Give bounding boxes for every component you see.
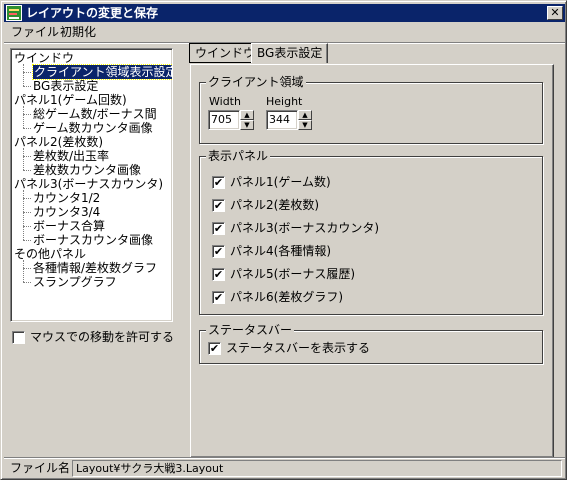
tree-connector bbox=[23, 156, 31, 157]
tree-leaf[interactable]: スランプグラフ bbox=[33, 275, 117, 289]
tree-item-label: ボーナス合算 bbox=[33, 219, 106, 233]
panel-checkbox[interactable]: ✔ bbox=[212, 268, 225, 281]
tree-leaf[interactable]: 各種情報/差枚数グラフ bbox=[33, 261, 157, 275]
height-spinner[interactable]: ▲ ▼ bbox=[298, 110, 312, 130]
tree-leaf[interactable]: ゲーム数カウンタ画像 bbox=[33, 121, 153, 135]
tree-connector bbox=[23, 190, 24, 240]
height-label: Height bbox=[266, 95, 303, 108]
tab-bg-settings[interactable]: BG表示設定 bbox=[251, 43, 329, 63]
width-spinner[interactable]: ▲ ▼ bbox=[240, 110, 254, 130]
panel-checkbox[interactable]: ✔ bbox=[212, 291, 225, 304]
tree-item-label: 各種情報/差枚数グラフ bbox=[33, 261, 158, 275]
width-input[interactable]: 705 bbox=[208, 110, 240, 130]
tree-item-label: パネル3(ボーナスカウンタ) bbox=[14, 177, 163, 191]
filename-label: ファイル名 bbox=[10, 461, 71, 475]
tree-leaf[interactable]: BG表示設定 bbox=[33, 79, 98, 93]
tree-item-label: ゲーム数カウンタ画像 bbox=[33, 121, 153, 135]
panel-checkbox-label: パネル3(ボーナスカウンタ) bbox=[230, 221, 379, 235]
tree-leaf[interactable]: クライアント領域表示設定 bbox=[32, 64, 172, 80]
menu-initialize[interactable]: 初期化 bbox=[56, 24, 100, 40]
tree-connector bbox=[23, 268, 31, 269]
display-panels-group: 表示パネル ✔ パネル1(ゲーム数) ✔ パネル2(差枚数) ✔ パネル3(ボーナスカウン… bbox=[199, 149, 543, 315]
tree-connector bbox=[23, 226, 31, 227]
tree-leaf[interactable]: カウンタ1/2 bbox=[33, 191, 100, 205]
panel-checkbox[interactable]: ✔ bbox=[212, 176, 225, 189]
height-up-button[interactable]: ▲ bbox=[298, 110, 312, 120]
title-bar[interactable]: レイアウトの変更と保存 ✕ bbox=[4, 4, 565, 22]
panel-checkbox-label: パネル5(ボーナス履歴) bbox=[230, 267, 355, 281]
tree-node[interactable]: パネル1(ゲーム回数) bbox=[14, 93, 127, 107]
panel-checkbox-label: パネル6(差枚グラフ) bbox=[230, 290, 343, 304]
tree-connector bbox=[23, 72, 31, 73]
status-bar: ファイル名 Layout¥サクラ大戦3.Layout bbox=[4, 459, 565, 478]
filename-value: Layout¥サクラ大戦3.Layout bbox=[72, 460, 562, 477]
tree-item-label: パネル1(ゲーム回数) bbox=[14, 93, 127, 107]
menu-file[interactable]: ファイル bbox=[7, 24, 63, 40]
panel-checkbox[interactable]: ✔ bbox=[212, 245, 225, 258]
height-input[interactable]: 344 bbox=[266, 110, 298, 130]
show-statusbar-checkbox[interactable]: ✔ bbox=[208, 342, 221, 355]
mouse-move-checkbox[interactable] bbox=[12, 331, 25, 344]
tree-connector bbox=[23, 170, 31, 171]
tree-node[interactable]: その他パネル bbox=[14, 247, 86, 261]
statusbar-group-title: ステータスバー bbox=[206, 323, 295, 337]
tree-node[interactable]: パネル3(ボーナスカウンタ) bbox=[14, 177, 163, 191]
app-icon bbox=[6, 5, 22, 21]
display-panels-title: 表示パネル bbox=[206, 149, 271, 163]
panel-checkbox-label: パネル4(各種情報) bbox=[230, 244, 331, 258]
tree-leaf[interactable]: ボーナス合算 bbox=[33, 219, 105, 233]
width-up-button[interactable]: ▲ bbox=[240, 110, 254, 120]
layout-dialog-window: レイアウトの変更と保存 ✕ ファイル 初期化 ウインドウ クライアント領域表示設定… bbox=[0, 0, 567, 480]
tree-item-label: 差枚数/出玉率 bbox=[33, 149, 110, 163]
panel-checkbox[interactable]: ✔ bbox=[212, 222, 225, 235]
tree-connector bbox=[23, 128, 31, 129]
panel-checkbox[interactable]: ✔ bbox=[212, 199, 225, 212]
tree-connector bbox=[23, 64, 24, 86]
close-button[interactable]: ✕ bbox=[547, 6, 563, 20]
tree-connector bbox=[23, 148, 24, 170]
height-down-button[interactable]: ▼ bbox=[298, 120, 312, 130]
menu-bar: ファイル 初期化 bbox=[4, 23, 565, 41]
tree-leaf[interactable]: カウンタ3/4 bbox=[33, 205, 100, 219]
tree-item-label: パネル2(差枚数) bbox=[14, 135, 103, 149]
panel-checkbox-label: パネル2(差枚数) bbox=[230, 198, 319, 212]
tree-item-label: スランプグラフ bbox=[33, 275, 117, 289]
tree-item-label: カウンタ3/4 bbox=[33, 205, 101, 219]
tree-connector bbox=[23, 114, 31, 115]
width-down-button[interactable]: ▼ bbox=[240, 120, 254, 130]
tree-item-label: その他パネル bbox=[14, 247, 87, 261]
panel-checkbox-label: パネル1(ゲーム数) bbox=[230, 175, 331, 189]
tree-item-label: 総ゲーム数/ボーナス間 bbox=[33, 107, 157, 121]
mouse-move-label: マウスでの移動を許可する bbox=[30, 330, 175, 344]
show-statusbar-label: ステータスバーを表示する bbox=[226, 341, 371, 355]
tree-connector bbox=[23, 106, 24, 128]
tree-node[interactable]: ウインドウ bbox=[14, 51, 74, 65]
tree-connector bbox=[23, 240, 31, 241]
tab-panel: クライアント領域 Width Height 705 ▲ ▼ 344 ▲ ▼ 表示… bbox=[190, 64, 554, 458]
tree-item-label: カウンタ1/2 bbox=[33, 191, 101, 205]
tree-connector bbox=[23, 212, 31, 213]
tree-item-label: BG表示設定 bbox=[33, 79, 99, 93]
tree-item-label: ウインドウ bbox=[14, 51, 75, 65]
tree-item-label: 差枚数カウンタ画像 bbox=[33, 163, 142, 177]
tree-leaf[interactable]: 差枚数カウンタ画像 bbox=[33, 163, 141, 177]
tree-item-label: クライアント領域表示設定 bbox=[32, 64, 172, 80]
tree-connector bbox=[23, 282, 31, 283]
tree-connector bbox=[23, 198, 31, 199]
tree-leaf[interactable]: 差枚数/出玉率 bbox=[33, 149, 109, 163]
client-area-title: クライアント領域 bbox=[206, 75, 306, 89]
width-label: Width bbox=[209, 95, 241, 108]
tree-item-label: ボーナスカウンタ画像 bbox=[33, 233, 154, 247]
client-area-group: クライアント領域 Width Height 705 ▲ ▼ 344 ▲ ▼ bbox=[199, 75, 543, 144]
statusbar-group: ステータスバー ✔ ステータスバーを表示する bbox=[199, 323, 543, 364]
tree-leaf[interactable]: ボーナスカウンタ画像 bbox=[33, 233, 153, 247]
tree-connector bbox=[23, 86, 31, 87]
tree-leaf[interactable]: 総ゲーム数/ボーナス間 bbox=[33, 107, 157, 121]
settings-tree[interactable]: ウインドウ クライアント領域表示設定 BG表示設定 パネル1(ゲーム回数) 総ゲーム数/… bbox=[10, 48, 173, 322]
tree-connector bbox=[23, 260, 24, 282]
tree-node[interactable]: パネル2(差枚数) bbox=[14, 135, 103, 149]
window-title: レイアウトの変更と保存 bbox=[26, 6, 159, 20]
